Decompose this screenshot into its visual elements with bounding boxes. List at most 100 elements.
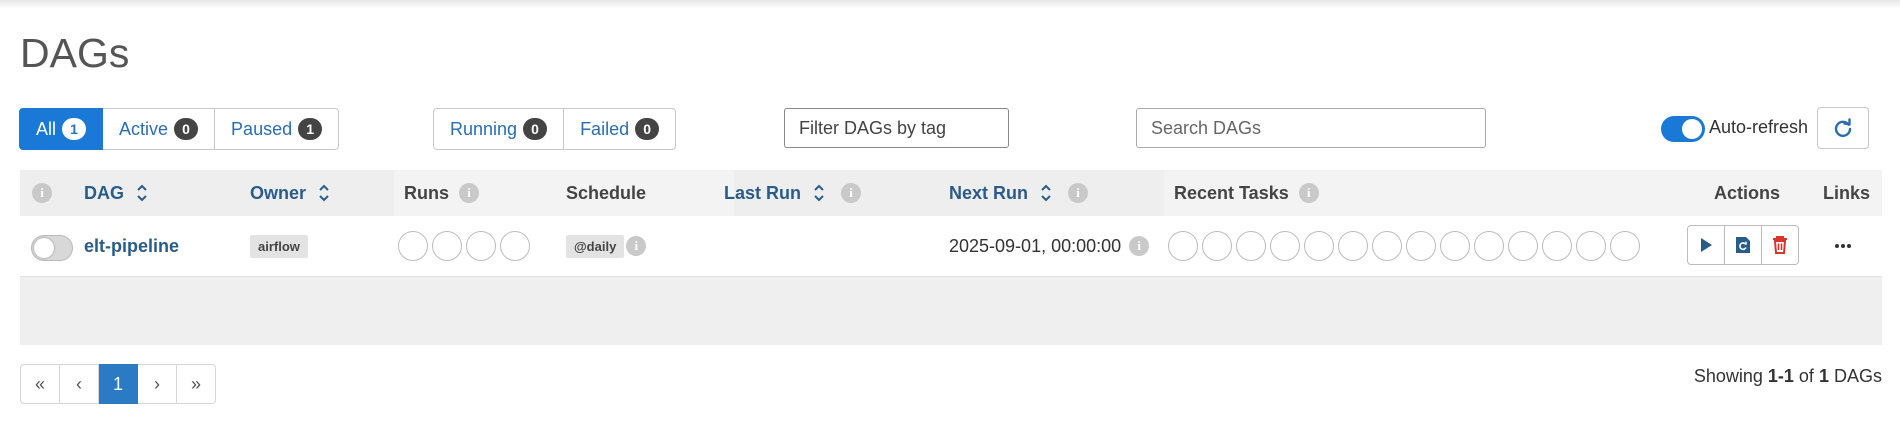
page-current-button[interactable]: 1 (99, 364, 138, 404)
refresh-button[interactable] (1817, 107, 1869, 149)
status-circle[interactable] (1236, 231, 1266, 261)
filter-paused-button[interactable]: Paused 1 (215, 108, 340, 150)
status-circle[interactable] (1304, 231, 1334, 261)
sort-icon (814, 184, 824, 202)
header-links: Links (1823, 170, 1870, 216)
refresh-dag-button[interactable] (1725, 225, 1762, 265)
pagination: « ‹ 1 › » (20, 364, 216, 404)
run-filter-group: Running 0 Failed 0 (433, 108, 677, 150)
schedule-tag[interactable]: @daily (566, 234, 625, 258)
showing-range: 1-1 (1767, 366, 1794, 386)
header-owner[interactable]: Owner (250, 170, 330, 216)
filter-active-label: Active (119, 118, 169, 139)
filter-failed-label: Failed (580, 118, 630, 139)
links-cell (1834, 216, 1852, 276)
top-shadow (0, 0, 1900, 8)
refresh-dag-icon (1736, 237, 1750, 253)
status-circle[interactable] (398, 231, 428, 261)
search-input[interactable] (1136, 108, 1486, 148)
auto-refresh-toggle[interactable] (1661, 116, 1705, 142)
status-circle[interactable] (1168, 231, 1198, 261)
next-run-cell: 2025-09-01, 00:00:00 i (949, 216, 1150, 276)
status-circle[interactable] (1610, 231, 1640, 261)
status-circle[interactable] (1440, 231, 1470, 261)
filter-all-count: 1 (62, 118, 87, 140)
filter-active-button[interactable]: Active 0 (103, 108, 216, 150)
filter-failed-count: 0 (635, 118, 660, 140)
owner-tag[interactable]: airflow (250, 234, 308, 258)
filter-running-count: 0 (523, 118, 548, 140)
dags-table: i DAG Owner Runs i Schedule Last Run i N… (20, 170, 1882, 345)
status-circle[interactable] (1202, 231, 1232, 261)
info-icon: i (1068, 183, 1089, 203)
play-icon (1701, 238, 1712, 252)
filter-active-count: 0 (174, 118, 199, 140)
page-first-button[interactable]: « (20, 364, 60, 404)
table-row: elt-pipeline airflow @daily i 2025-09-01… (20, 216, 1882, 277)
dag-cell: elt-pipeline (84, 216, 179, 276)
toggle-knob (34, 238, 54, 258)
page-prev-button[interactable]: ‹ (60, 364, 99, 404)
header-schedule-label: Schedule (566, 182, 647, 203)
header-actions-label: Actions (1714, 182, 1781, 203)
status-circle[interactable] (1372, 231, 1402, 261)
filter-all-button[interactable]: All 1 (19, 108, 104, 150)
delete-dag-button[interactable] (1762, 225, 1799, 265)
filter-all-label: All (36, 118, 57, 139)
filter-running-label: Running (450, 118, 518, 139)
table-header: i DAG Owner Runs i Schedule Last Run i N… (20, 170, 1882, 216)
dag-pause-toggle[interactable] (31, 235, 73, 261)
header-runs: Runs i (404, 170, 479, 216)
page-title: DAGs (20, 30, 130, 76)
status-circle[interactable] (1270, 231, 1300, 261)
info-icon: i (1298, 183, 1319, 203)
header-info: i (32, 170, 52, 216)
trash-icon (1773, 236, 1787, 254)
header-links-label: Links (1823, 182, 1871, 203)
status-circle[interactable] (432, 231, 462, 261)
header-dag[interactable]: DAG (84, 170, 148, 216)
status-circle[interactable] (1508, 231, 1538, 261)
runs-circles (398, 231, 534, 261)
recent-tasks-cell (1168, 216, 1644, 276)
header-schedule: Schedule (566, 170, 646, 216)
trigger-dag-button[interactable] (1687, 225, 1725, 265)
header-actions: Actions (1714, 170, 1780, 216)
header-recent-tasks: Recent Tasks i (1174, 170, 1319, 216)
status-circle[interactable] (500, 231, 530, 261)
actions-group (1687, 225, 1799, 265)
more-icon[interactable] (1834, 243, 1852, 249)
status-circle[interactable] (466, 231, 496, 261)
showing-count: Showing 1-1 of 1 DAGs (1694, 366, 1882, 387)
showing-of: of (1798, 366, 1814, 386)
header-next-run-label: Next Run (949, 182, 1029, 203)
schedule-cell: @daily i (566, 216, 647, 276)
header-recent-tasks-label: Recent Tasks (1174, 182, 1289, 203)
refresh-icon (1834, 118, 1852, 138)
filter-failed-button[interactable]: Failed 0 (564, 108, 677, 150)
filter-paused-count: 1 (298, 118, 323, 140)
tag-filter-input[interactable] (784, 108, 1009, 148)
table-empty-area (20, 277, 1882, 345)
header-next-run[interactable]: Next Run i (949, 170, 1089, 216)
page-next-button[interactable]: › (138, 364, 177, 404)
filter-paused-label: Paused (231, 118, 293, 139)
recent-tasks-circles (1168, 231, 1644, 261)
status-circle[interactable] (1576, 231, 1606, 261)
dag-link[interactable]: elt-pipeline (84, 236, 179, 257)
sort-icon (1041, 184, 1051, 202)
info-icon: i (1129, 236, 1150, 256)
info-icon: i (841, 183, 862, 203)
status-circle[interactable] (1474, 231, 1504, 261)
header-owner-label: Owner (250, 182, 307, 203)
page-last-button[interactable]: » (177, 364, 216, 404)
status-circle[interactable] (1406, 231, 1436, 261)
owner-cell: airflow (250, 216, 308, 276)
status-filter-group: All 1 Active 0 Paused 1 (19, 108, 340, 150)
header-dag-label: DAG (84, 182, 124, 203)
status-circle[interactable] (1338, 231, 1368, 261)
filter-running-button[interactable]: Running 0 (433, 108, 565, 150)
status-circle[interactable] (1542, 231, 1572, 261)
header-last-run[interactable]: Last Run i (724, 170, 862, 216)
showing-total: 1 (1818, 366, 1829, 386)
